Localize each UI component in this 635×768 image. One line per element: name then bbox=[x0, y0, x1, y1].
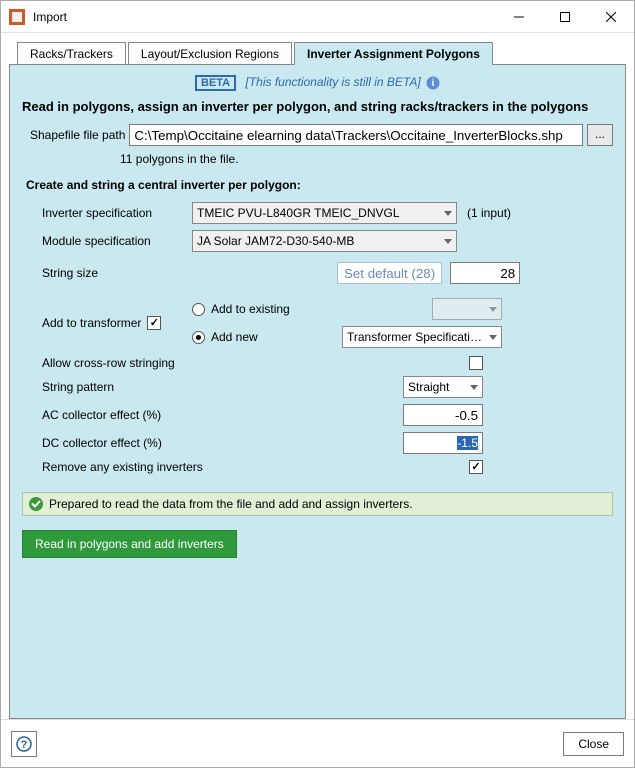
inverter-assignment-panel: BETA [This functionality is still in BET… bbox=[9, 64, 626, 719]
dialog-footer: ? Close bbox=[1, 719, 634, 767]
transformer-row: Add to transformer ✓ Add to existing bbox=[22, 298, 613, 348]
close-window-button[interactable] bbox=[588, 1, 634, 33]
shapefile-row: Shapefile file path ... bbox=[22, 124, 613, 146]
add-to-transformer-checkbox[interactable]: ✓ bbox=[147, 316, 161, 330]
ac-collector-input[interactable] bbox=[403, 404, 483, 426]
inverter-spec-row: Inverter specification TMEIC PVU-L840GR … bbox=[22, 202, 613, 224]
module-spec-row: Module specification JA Solar JAM72-D30-… bbox=[22, 230, 613, 252]
chevron-down-icon bbox=[444, 211, 452, 216]
inverter-spec-dropdown[interactable]: TMEIC PVU-L840GR TMEIC_DNVGL bbox=[192, 202, 457, 224]
inverter-spec-label: Inverter specification bbox=[22, 206, 192, 220]
radio-checked-icon bbox=[192, 331, 205, 344]
radio-icon bbox=[192, 303, 205, 316]
minimize-button[interactable] bbox=[496, 1, 542, 33]
beta-text: [This functionality is still in BETA] bbox=[245, 75, 420, 89]
app-icon bbox=[9, 9, 25, 25]
close-button[interactable]: Close bbox=[563, 732, 624, 756]
ac-collector-label: AC collector effect (%) bbox=[22, 408, 192, 422]
read-in-polygons-button[interactable]: Read in polygons and add inverters bbox=[22, 530, 237, 558]
string-pattern-value: Straight bbox=[408, 380, 466, 394]
svg-text:i: i bbox=[432, 78, 435, 89]
window-title: Import bbox=[33, 10, 496, 24]
add-to-transformer-group: Add to transformer ✓ bbox=[22, 316, 192, 330]
info-icon[interactable]: i bbox=[426, 76, 440, 90]
module-spec-value: JA Solar JAM72-D30-540-MB bbox=[197, 234, 440, 248]
remove-existing-row: Remove any existing inverters ✓ bbox=[22, 460, 613, 474]
section-heading: Create and string a central inverter per… bbox=[26, 178, 613, 192]
dc-collector-input[interactable]: -1.5 bbox=[403, 432, 483, 454]
add-to-existing-radio[interactable]: Add to existing bbox=[192, 302, 290, 316]
dc-collector-row: DC collector effect (%) -1.5 bbox=[22, 432, 613, 454]
ac-collector-row: AC collector effect (%) bbox=[22, 404, 613, 426]
maximize-button[interactable] bbox=[542, 1, 588, 33]
status-bar: Prepared to read the data from the file … bbox=[22, 492, 613, 516]
svg-text:?: ? bbox=[21, 739, 28, 751]
remove-existing-checkbox[interactable]: ✓ bbox=[469, 460, 483, 474]
string-size-label: String size bbox=[22, 266, 192, 280]
status-text: Prepared to read the data from the file … bbox=[49, 497, 413, 511]
dc-collector-value: -1.5 bbox=[457, 436, 478, 450]
add-to-transformer-label: Add to transformer bbox=[42, 316, 141, 330]
module-spec-dropdown[interactable]: JA Solar JAM72-D30-540-MB bbox=[192, 230, 457, 252]
add-new-label: Add new bbox=[211, 330, 258, 344]
string-size-input[interactable] bbox=[450, 262, 520, 284]
cross-row-stringing-row: Allow cross-row stringing bbox=[22, 356, 613, 370]
tab-layout-exclusion[interactable]: Layout/Exclusion Regions bbox=[128, 42, 292, 65]
help-button[interactable]: ? bbox=[11, 731, 37, 757]
chevron-down-icon bbox=[489, 335, 497, 340]
titlebar: Import bbox=[1, 1, 634, 33]
cross-row-label: Allow cross-row stringing bbox=[22, 356, 192, 370]
string-pattern-label: String pattern bbox=[22, 380, 192, 394]
existing-transformer-dropdown[interactable] bbox=[432, 298, 502, 320]
cross-row-checkbox[interactable] bbox=[469, 356, 483, 370]
new-transformer-dropdown[interactable]: Transformer Specification 1 bbox=[342, 326, 502, 348]
chevron-down-icon bbox=[489, 307, 497, 312]
client-area: Racks/Trackers Layout/Exclusion Regions … bbox=[1, 33, 634, 719]
string-size-row: String size Set default (28) bbox=[22, 262, 613, 284]
success-icon bbox=[29, 497, 43, 511]
tab-inverter-assignment[interactable]: Inverter Assignment Polygons bbox=[294, 42, 493, 65]
polygon-count-text: 11 polygons in the file. bbox=[22, 152, 613, 166]
beta-badge: BETA bbox=[195, 75, 236, 91]
inverter-inputs-hint: (1 input) bbox=[467, 206, 511, 220]
chevron-down-icon bbox=[444, 239, 452, 244]
beta-row: BETA [This functionality is still in BET… bbox=[22, 75, 613, 91]
new-transformer-value: Transformer Specification 1 bbox=[347, 330, 485, 344]
shapefile-label: Shapefile file path bbox=[22, 128, 125, 142]
tab-racks-trackers[interactable]: Racks/Trackers bbox=[17, 42, 126, 65]
import-dialog: Import Racks/Trackers Layout/Exclusion R… bbox=[0, 0, 635, 768]
dc-collector-label: DC collector effect (%) bbox=[22, 436, 192, 450]
tab-strip: Racks/Trackers Layout/Exclusion Regions … bbox=[17, 41, 626, 64]
module-spec-label: Module specification bbox=[22, 234, 192, 248]
chevron-down-icon bbox=[470, 385, 478, 390]
set-default-string-size-button[interactable]: Set default (28) bbox=[337, 262, 442, 284]
remove-existing-label: Remove any existing inverters bbox=[22, 460, 242, 474]
string-pattern-dropdown[interactable]: Straight bbox=[403, 376, 483, 398]
browse-button[interactable]: ... bbox=[587, 124, 613, 146]
string-pattern-row: String pattern Straight bbox=[22, 376, 613, 398]
main-heading: Read in polygons, assign an inverter per… bbox=[22, 99, 613, 114]
shapefile-path-input[interactable] bbox=[129, 124, 583, 146]
window-controls bbox=[496, 1, 634, 33]
add-new-radio[interactable]: Add new bbox=[192, 330, 258, 344]
add-to-existing-label: Add to existing bbox=[211, 302, 290, 316]
inverter-spec-value: TMEIC PVU-L840GR TMEIC_DNVGL bbox=[197, 206, 440, 220]
